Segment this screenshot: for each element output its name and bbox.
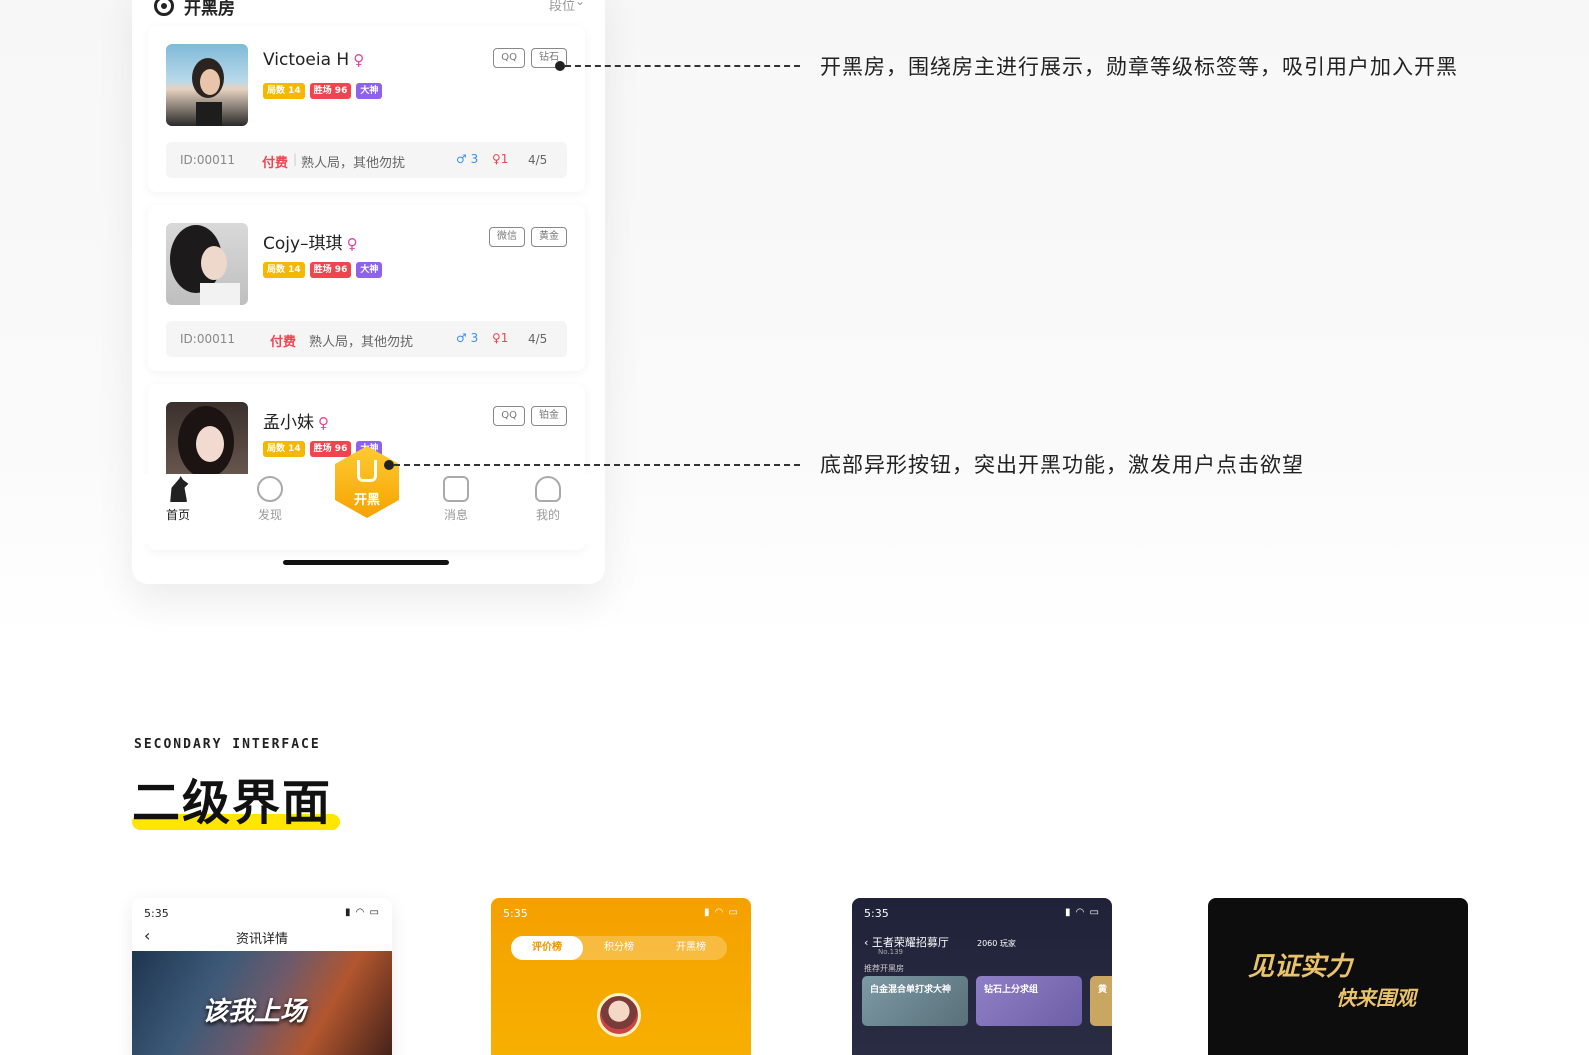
status-time: 5:35 (864, 907, 889, 920)
wings-icon (357, 460, 377, 482)
room-info-bar: ID:00011 付费 熟人局，其他勿扰 ♂ 3 ♀1 4/5 (166, 321, 567, 357)
bottom-tab-bar: 首页 发现 开黑 消息 我的 (132, 446, 605, 544)
divider: | (293, 152, 298, 166)
room-card[interactable]: Cojy–琪琪 ♀ 局数 14 胜场 96 大神 微信 黄金 ID:00011 付… (148, 205, 585, 371)
rank-tag: 黄金 (531, 227, 567, 247)
knight-icon (170, 476, 189, 502)
news-detail-thumbnail[interactable]: 5:35 ▮ ◠ ▭ ‹ 资讯详情 该我上场 (132, 898, 392, 1055)
wins-badge: 胜场 96 (309, 441, 352, 457)
room-card[interactable]: 白金混合单打求大神 (862, 976, 968, 1026)
top-player-avatar (597, 993, 641, 1037)
section-title: 二级界面 (132, 775, 340, 835)
male-count: ♂ 3 (456, 152, 479, 166)
platform-tags: QQ 铂金 (493, 406, 567, 426)
room-owner-name: Cojy–琪琪 ♀ (263, 234, 358, 254)
annotation-note: 底部异形按钮，突出开黑功能，激发用户点击欲望 (820, 453, 1304, 477)
member-count: 4/5 (528, 332, 548, 346)
paid-label: 付费 (262, 156, 289, 171)
tab-mine[interactable]: 我的 (518, 476, 578, 523)
platform-tag: QQ (493, 48, 525, 68)
home-indicator (283, 560, 449, 565)
back-icon[interactable]: ‹ (864, 936, 872, 949)
hall-number: No.139 (878, 948, 903, 956)
male-count: ♂ 3 (456, 331, 479, 345)
screen-title: 资讯详情 (235, 932, 288, 947)
room-desc: 熟人局，其他勿扰 (309, 335, 414, 350)
tab-discover[interactable]: 发现 (240, 476, 300, 523)
games-badge: 局数 14 (263, 441, 305, 457)
annotation-line (565, 65, 800, 67)
tab-rating[interactable]: 评价榜 (511, 936, 583, 960)
promo-line-1: 见证实力 (1248, 952, 1353, 982)
female-icon: ♀ (318, 414, 329, 432)
tab-messages[interactable]: 消息 (426, 476, 486, 523)
phone-mockup: 开黑房 段位 ⌄ Victoeia H ♀ 局数 14 胜场 96 大神 QQ 钻… (132, 0, 605, 584)
badge-list: 局数 14 胜场 96 大神 (263, 262, 383, 278)
discover-icon (257, 476, 283, 502)
master-badge: 大神 (356, 83, 383, 99)
recommend-label: 推荐开黑房 (864, 964, 904, 973)
user-icon (535, 476, 561, 502)
games-badge: 局数 14 (263, 262, 305, 278)
section-subtitle: SECONDARY INTERFACE (134, 737, 321, 752)
chevron-down-icon[interactable]: ⌄ (575, 0, 585, 8)
section-title: 开黑房 (184, 0, 235, 19)
status-time: 5:35 (144, 907, 169, 920)
annotation-line (394, 464, 800, 466)
room-info-bar: ID:00011 付费 | 熟人局，其他勿扰 ♂ 3 ♀1 4/5 (166, 142, 567, 178)
banner-text: 该我上场 (202, 997, 307, 1027)
tab-party[interactable]: 开黑榜 (655, 936, 727, 960)
room-desc: 熟人局，其他勿扰 (301, 156, 406, 171)
tab-points[interactable]: 积分榜 (583, 936, 655, 960)
platform-tags: 微信 黄金 (489, 227, 567, 247)
female-count: ♀1 (492, 331, 509, 345)
recruit-hall-thumbnail[interactable]: 5:35 ▮ ◠ ▭ ‹ 王者荣耀招募厅 No.139 2060 玩家 推荐开黑… (852, 898, 1112, 1055)
room-card[interactable]: 钻石上分求组 (976, 976, 1082, 1026)
status-icons: ▮ ◠ ▭ (703, 907, 739, 918)
room-id: ID:00011 (180, 332, 235, 346)
room-owner-name: 孟小妹 ♀ (263, 413, 329, 433)
room-logo-icon (154, 0, 174, 16)
promo-thumbnail[interactable]: 见证实力 快来围观 (1208, 898, 1468, 1055)
message-icon (443, 476, 469, 502)
paid-label: 付费 (270, 335, 297, 350)
avatar (166, 44, 248, 126)
room-owner-name: Victoeia H ♀ (263, 50, 365, 70)
master-badge: 大神 (356, 262, 383, 278)
platform-tag: 微信 (489, 227, 525, 247)
status-icons: ▮ ◠ ▭ (344, 907, 380, 918)
status-time: 5:35 (503, 907, 528, 920)
avatar (166, 223, 248, 305)
promo-line-2: 快来围观 (1336, 986, 1416, 1010)
female-icon: ♀ (346, 235, 358, 253)
annotation-note: 开黑房，围绕房主进行展示，勋章等级标签等，吸引用户加入开黑 (820, 55, 1458, 79)
avatar (166, 402, 248, 484)
status-icons: ▮ ◠ ▭ (1064, 907, 1100, 918)
badge-list: 局数 14 胜场 96 大神 (263, 83, 383, 99)
room-section-header: 开黑房 段位 ⌄ (152, 0, 585, 19)
rank-filter[interactable]: 段位 (549, 0, 575, 14)
news-banner: 该我上场 (132, 951, 392, 1055)
female-count: ♀1 (492, 152, 509, 166)
female-icon: ♀ (353, 51, 365, 69)
room-card[interactable]: 黄 (1090, 976, 1112, 1026)
annotation-dot (555, 61, 565, 71)
games-badge: 局数 14 (263, 83, 305, 99)
room-id: ID:00011 (180, 153, 235, 167)
rank-tag: 铂金 (531, 406, 567, 426)
tab-home[interactable]: 首页 (148, 476, 208, 523)
hall-title: ‹ 王者荣耀招募厅 (864, 936, 949, 949)
member-count: 4/5 (528, 153, 548, 167)
ranking-thumbnail[interactable]: 5:35 ▮ ◠ ▭ 评价榜 积分榜 开黑榜 (491, 898, 751, 1055)
wins-badge: 胜场 96 (309, 262, 352, 278)
platform-tag: QQ (493, 406, 525, 426)
ranking-tabs: 评价榜 积分榜 开黑榜 (511, 936, 727, 960)
wins-badge: 胜场 96 (309, 83, 352, 99)
room-card[interactable]: Victoeia H ♀ 局数 14 胜场 96 大神 QQ 钻石 ID:0001… (148, 26, 585, 192)
annotation-dot (384, 460, 394, 470)
player-count: 2060 玩家 (977, 939, 1016, 948)
